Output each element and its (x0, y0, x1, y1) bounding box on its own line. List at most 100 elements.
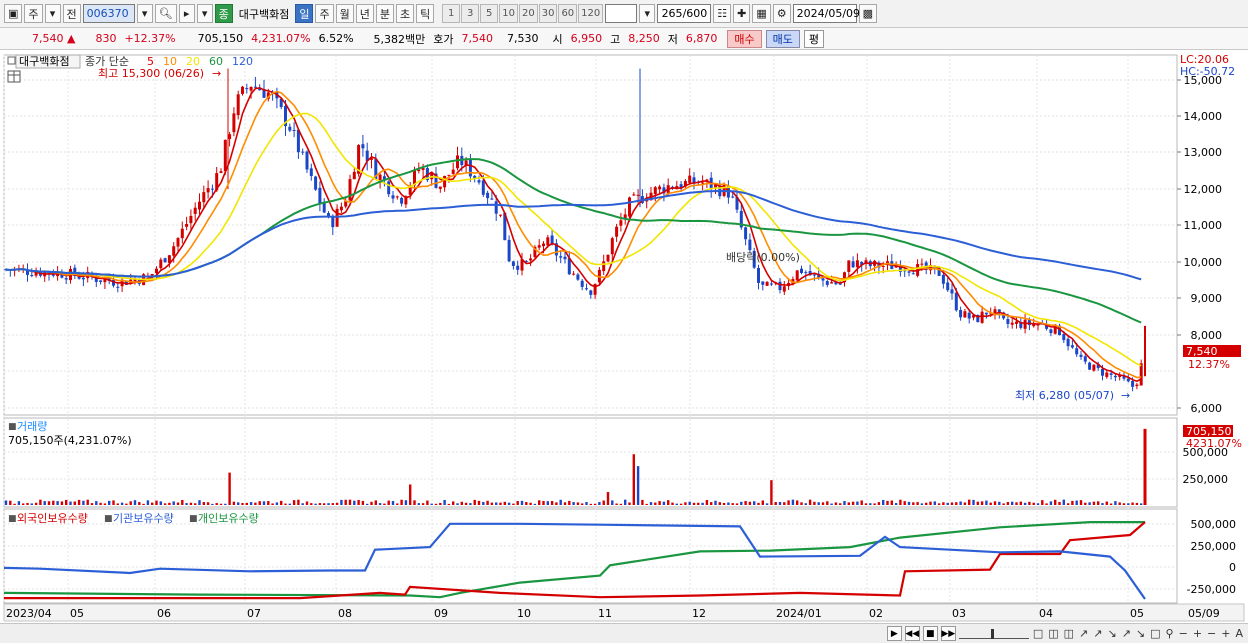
stock-chart[interactable]: 15,00014,00013,00012,00011,00010,0009,00… (0, 53, 1248, 623)
volume-bar (589, 503, 592, 505)
period-button-5[interactable]: 초 (395, 4, 415, 23)
x-tick-label: 12 (692, 607, 706, 620)
volume-bar (43, 501, 46, 505)
zoom-slider[interactable] (958, 628, 1029, 639)
candle-body (980, 311, 984, 323)
font-decrease-icon[interactable]: − (1206, 627, 1217, 640)
rewind-icon[interactable]: ◀◀ (904, 626, 920, 641)
buy-button[interactable]: 매수 (727, 29, 762, 48)
candle-body (585, 288, 588, 290)
fast-forward-icon[interactable]: ▶▶ (940, 626, 956, 641)
zoom-out-icon[interactable]: − (1178, 627, 1189, 640)
magnify-icon[interactable]: ⚲ (1165, 627, 1175, 640)
volume-bar (959, 501, 962, 505)
candle-body (189, 215, 193, 224)
volume-bar (692, 502, 696, 505)
average-button[interactable]: 평 (803, 29, 825, 48)
ray-tool-icon[interactable]: ↘ (1106, 627, 1117, 640)
line-tool-icon[interactable]: ↗ (1078, 627, 1089, 640)
dividend-marker: 배당락(0.00%) (726, 251, 800, 264)
period-button-2[interactable]: 월 (335, 4, 354, 23)
volume-bar (357, 499, 360, 505)
volume-bar (731, 503, 734, 505)
volume-bar (718, 502, 721, 505)
speaker-icon[interactable]: ▸ (178, 4, 195, 23)
compare-icon[interactable]: ◫ (1063, 627, 1075, 640)
candle-body (542, 243, 545, 247)
holdings-tick-label: -250,000 (1187, 583, 1236, 596)
interval-button-30[interactable]: 30 (538, 4, 558, 23)
font-size-icon[interactable]: A (1234, 627, 1244, 640)
volume-bar (645, 503, 648, 505)
interval-button-60[interactable]: 60 (558, 4, 578, 23)
code-dropdown-icon[interactable]: ▾ (136, 4, 153, 23)
crosshair-icon[interactable]: □ (1032, 627, 1044, 640)
period-button-0[interactable]: 일 (295, 4, 314, 23)
interval-dropdown-icon[interactable]: ▾ (639, 4, 656, 23)
period-button-3[interactable]: 년 (355, 4, 374, 23)
candle-body (920, 263, 924, 265)
interval-button-10[interactable]: 10 (499, 4, 518, 23)
candle-body (481, 180, 485, 195)
text-tool-icon[interactable]: ↗ (1121, 627, 1132, 640)
volume-bar (830, 503, 833, 505)
interval-button-120[interactable]: 120 (578, 4, 604, 23)
volume-bar (1045, 503, 1048, 505)
volume-bar (361, 500, 365, 505)
draw-tool-icon[interactable]: ↘ (1135, 627, 1146, 640)
stock-code-input[interactable]: 006370 (82, 4, 135, 23)
candle-body (1083, 356, 1087, 362)
chart-area[interactable]: 15,000 14,000 13,000 12,000 11,000 10,000 9,00… (0, 53, 1248, 623)
search-icon[interactable]: 🔍︎ (154, 4, 177, 23)
volume-bar (146, 500, 150, 505)
price-tick-label: 13,000 (1184, 146, 1223, 159)
period-button-4[interactable]: 분 (375, 4, 394, 23)
date-input[interactable]: 2024/05/09 (792, 4, 860, 23)
interval-button-1[interactable]: 1 (442, 4, 461, 23)
period-button-1[interactable]: 주 (315, 4, 334, 23)
candle-body (99, 280, 103, 282)
window-menu-icon[interactable]: ▣ (4, 4, 23, 23)
calendar-icon[interactable]: ▩ (858, 4, 878, 23)
prev-button[interactable]: 전 (62, 4, 81, 23)
bar-count-input[interactable]: 265/600 (657, 4, 712, 23)
volume-bar (142, 503, 145, 505)
sell-button[interactable]: 매도 (765, 29, 800, 48)
candle-body (537, 245, 541, 248)
stop-icon[interactable]: ■ (922, 626, 938, 641)
scroll-right-icon[interactable]: ▶ (886, 626, 902, 641)
volume-bar (851, 501, 855, 505)
trend-tool-icon[interactable]: ↗ (1092, 627, 1103, 640)
copy-icon[interactable]: ◫ (1047, 627, 1059, 640)
interval-button-20[interactable]: 20 (518, 4, 538, 23)
indicator-icon[interactable]: ☷ (713, 4, 732, 23)
candle-body (529, 258, 533, 261)
volume-bar (426, 500, 429, 505)
period-button-6[interactable]: 틱 (416, 4, 435, 23)
settings-gear-icon[interactable]: ⚙ (772, 4, 791, 23)
interval-button-5[interactable]: 5 (480, 4, 499, 23)
zoom-in-icon[interactable]: + (1192, 627, 1203, 640)
volume-bar (611, 500, 614, 505)
candle-body (761, 281, 765, 285)
price-tick-label: 10,000 (1184, 256, 1223, 269)
volume-bar (340, 499, 343, 505)
volume-bar (215, 503, 218, 505)
volume-bar (460, 501, 463, 505)
volume-bar (108, 500, 111, 505)
font-increase-icon[interactable]: + (1220, 627, 1231, 640)
interval-button-3[interactable]: 3 (461, 4, 480, 23)
volume-bar (774, 502, 777, 505)
save-icon[interactable]: ▦ (752, 4, 771, 23)
volume-bar (112, 500, 115, 505)
tools-icon[interactable]: ✚ (733, 4, 751, 23)
candle-body (804, 272, 808, 274)
speaker-dropdown-icon[interactable]: ▾ (196, 4, 213, 23)
volume-bar (434, 503, 438, 505)
type-selector[interactable]: 주 (24, 4, 43, 23)
interval-input[interactable] (605, 4, 638, 23)
volume-bar (1015, 502, 1018, 505)
zoom-slider-handle[interactable] (990, 628, 994, 639)
type-dropdown-icon[interactable]: ▾ (44, 4, 61, 23)
shape-tool-icon[interactable]: □ (1149, 627, 1161, 640)
